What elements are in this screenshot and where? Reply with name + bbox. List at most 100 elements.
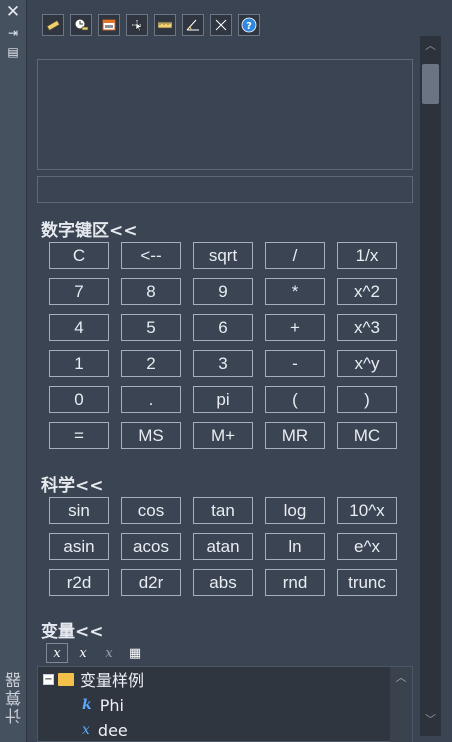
distance-button[interactable] (154, 14, 176, 36)
toolbar: ? (42, 14, 260, 36)
scientific-button[interactable]: r2d (49, 569, 109, 596)
new-variable-button[interactable]: x (46, 643, 68, 663)
scientific-button[interactable]: asin (49, 533, 109, 560)
scientific-button[interactable]: cos (121, 497, 181, 524)
scientific-button[interactable]: tan (193, 497, 253, 524)
edit-variable-icon: x (79, 645, 87, 661)
keypad-button[interactable]: 8 (121, 278, 181, 305)
expression-input[interactable] (37, 176, 413, 203)
folder-icon (58, 672, 74, 686)
distance-icon (157, 21, 173, 29)
calculator-icon: ▦ (128, 645, 142, 661)
tree-item[interactable]: x dee (82, 719, 128, 741)
variables-section-header[interactable]: 变量<< (41, 617, 104, 642)
clear-history-icon (74, 18, 89, 31)
eraser-icon (46, 19, 61, 32)
palette-title: 计算器 (5, 670, 24, 724)
scroll-thumb[interactable] (422, 64, 439, 104)
keypad-button[interactable]: 4 (49, 314, 109, 341)
keypad-button[interactable]: x^2 (337, 278, 397, 305)
keypad-button[interactable]: . (121, 386, 181, 413)
scroll-down-icon[interactable]: ﹀ (420, 710, 441, 730)
tree-folder-row[interactable]: − 变量样例 (43, 668, 144, 690)
keypad-button[interactable]: ( (265, 386, 325, 413)
keypad-button[interactable]: * (265, 278, 325, 305)
keypad-button[interactable]: 5 (121, 314, 181, 341)
keypad-button[interactable]: - (265, 350, 325, 377)
scientific-button[interactable]: acos (121, 533, 181, 560)
keypad-button[interactable]: 1/x (337, 242, 397, 269)
keypad-button[interactable]: 6 (193, 314, 253, 341)
keypad-button[interactable]: pi (193, 386, 253, 413)
panel-scrollbar[interactable]: ︿ ﹀ (420, 36, 441, 736)
keypad-button[interactable]: <-- (121, 242, 181, 269)
variable-name: dee (97, 720, 128, 740)
keypad-button[interactable]: = (49, 422, 109, 449)
help-icon: ? (241, 17, 257, 33)
keypad-button[interactable]: 1 (49, 350, 109, 377)
keypad-button[interactable]: 3 (193, 350, 253, 377)
keypad-button[interactable]: 0 (49, 386, 109, 413)
keypad-button[interactable]: ) (337, 386, 397, 413)
function-icon: x (82, 722, 90, 738)
delete-variable-button[interactable]: x (98, 643, 120, 663)
angle-icon (186, 19, 199, 31)
get-coordinates-icon (132, 20, 143, 32)
scroll-up-icon[interactable]: ︿ (420, 36, 441, 56)
intersection-button[interactable] (210, 14, 232, 36)
scientific-button[interactable]: abs (193, 569, 253, 596)
keypad-button[interactable]: / (265, 242, 325, 269)
get-coordinates-button[interactable] (126, 14, 148, 36)
properties-icon[interactable]: ▤ (5, 45, 21, 59)
angle-button[interactable] (182, 14, 204, 36)
help-button[interactable]: ? (238, 14, 260, 36)
scientific-button[interactable]: d2r (121, 569, 181, 596)
keypad-button[interactable]: sqrt (193, 242, 253, 269)
scientific-button[interactable]: log (265, 497, 325, 524)
keypad-button[interactable]: 9 (193, 278, 253, 305)
collapse-icon[interactable]: − (43, 673, 54, 685)
scroll-up-icon[interactable]: ︿ (390, 669, 412, 685)
variables-toolbar: x x x ▦ (46, 643, 146, 663)
new-variable-icon: x (53, 645, 61, 661)
keypad-button[interactable]: MS (121, 422, 181, 449)
keypad-button[interactable]: 2 (121, 350, 181, 377)
keypad-button[interactable]: x^3 (337, 314, 397, 341)
svg-text:?: ? (246, 21, 252, 32)
paste-to-commandline-button[interactable] (98, 14, 120, 36)
scientific-section-header[interactable]: 科学<< (41, 471, 104, 496)
clear-history-button[interactable] (70, 14, 92, 36)
clear-button[interactable] (42, 14, 64, 36)
edit-variable-button[interactable]: x (72, 643, 94, 663)
keypad-button[interactable]: MR (265, 422, 325, 449)
paste-to-commandline-icon (102, 19, 116, 31)
tree-scrollbar[interactable]: ︿ (390, 667, 412, 742)
scientific-button[interactable]: atan (193, 533, 253, 560)
keypad-button[interactable]: + (265, 314, 325, 341)
constant-icon: k (82, 697, 92, 713)
scientific-button[interactable]: trunc (337, 569, 397, 596)
keypad-button[interactable]: MC (337, 422, 397, 449)
scientific-button[interactable]: 10^x (337, 497, 397, 524)
intersection-icon (215, 19, 227, 31)
keypad-button[interactable]: M+ (193, 422, 253, 449)
close-icon[interactable]: ✕ (5, 4, 21, 21)
tree-item[interactable]: k Phi (82, 694, 124, 716)
scientific-button[interactable]: e^x (337, 533, 397, 560)
palette-title-strip: ✕ ⇥ ▤ 计算器 (0, 0, 27, 742)
calculator-button[interactable]: ▦ (124, 643, 146, 663)
keypad-section-header[interactable]: 数字键区<< (41, 216, 138, 241)
scientific-button[interactable]: sin (49, 497, 109, 524)
auto-hide-icon[interactable]: ⇥ (5, 26, 21, 40)
history-display (37, 59, 413, 170)
keypad-button[interactable]: C (49, 242, 109, 269)
quickcalc-panel: ? 数字键区<< C <-- sqrt/1/x 7 8 9 * x^2 4 5 6 + x^3 1 2 3- x… (28, 0, 452, 742)
keypad-button[interactable]: x^y (337, 350, 397, 377)
scientific-button[interactable]: ln (265, 533, 325, 560)
keypad-button[interactable]: 7 (49, 278, 109, 305)
scientific-button[interactable]: rnd (265, 569, 325, 596)
delete-variable-icon: x (105, 645, 113, 661)
variables-tree: − 变量样例 k Phi x dee ︿ (37, 666, 413, 742)
folder-label: 变量样例 (80, 671, 145, 690)
variable-name: Phi (99, 695, 124, 715)
